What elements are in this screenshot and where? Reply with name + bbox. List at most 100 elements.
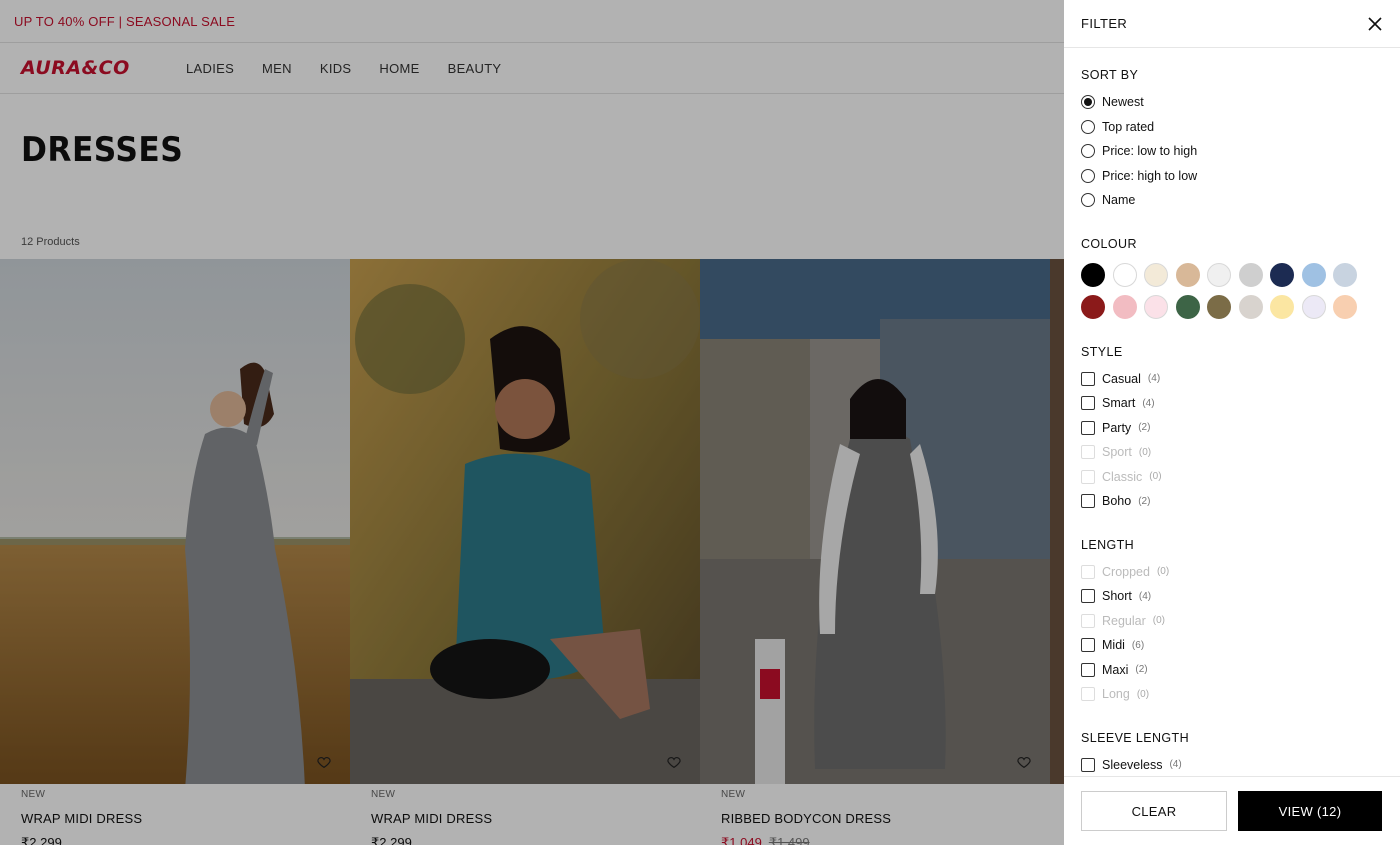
colour-swatch[interactable] [1333, 294, 1357, 319]
option-label: Regular [1102, 613, 1146, 628]
option-label: Casual [1102, 371, 1141, 386]
option-count: (0) [1149, 471, 1162, 483]
length-option-long: Long (0) [1081, 682, 1400, 707]
sort-option-label: Newest [1102, 95, 1144, 110]
checkbox [1081, 469, 1095, 484]
radio-button[interactable] [1081, 193, 1095, 208]
option-count: (0) [1136, 688, 1150, 700]
close-icon[interactable] [1368, 16, 1382, 31]
colour-swatch[interactable] [1081, 262, 1105, 287]
checkbox[interactable] [1081, 371, 1095, 386]
option-count: (0) [1152, 615, 1166, 627]
option-label: Sport [1102, 445, 1132, 460]
style-option-sport: Sport (0) [1081, 440, 1400, 465]
option-label: Smart [1102, 396, 1136, 411]
sort-option-price-low-high[interactable]: Price: low to high [1081, 139, 1400, 164]
sort-option-top-rated[interactable]: Top rated [1081, 115, 1400, 140]
radio-button[interactable] [1081, 144, 1095, 159]
filter-body[interactable]: SORT BY Newest Top rated Price: low to h… [1064, 48, 1400, 776]
sleeve-length-heading: SLEEVE LENGTH [1081, 730, 1190, 745]
colour-swatch[interactable] [1175, 294, 1200, 319]
length-option-cropped: Cropped (0) [1081, 560, 1400, 585]
option-count: (4) [1169, 759, 1182, 771]
sort-options: Newest Top rated Price: low to high Pric… [1081, 90, 1400, 213]
colour-swatch[interactable] [1238, 262, 1263, 287]
colour-swatch[interactable] [1112, 294, 1137, 319]
radio-button[interactable] [1081, 119, 1095, 134]
style-option-classic: Classic (0) [1081, 465, 1400, 490]
sort-option-label: Top rated [1102, 119, 1155, 134]
option-label: Cropped [1102, 564, 1150, 579]
checkbox[interactable] [1081, 662, 1095, 677]
length-option-regular: Regular (0) [1081, 609, 1400, 634]
style-option-casual[interactable]: Casual (4) [1081, 367, 1400, 392]
radio-selected-dot [1084, 98, 1092, 107]
colour-swatch[interactable] [1175, 262, 1200, 287]
option-count: (0) [1138, 446, 1152, 458]
colour-swatch[interactable] [1207, 262, 1231, 287]
sleeve-options: Sleeveless (4) [1081, 753, 1400, 777]
colour-swatch[interactable] [1144, 262, 1168, 287]
checkbox [1081, 564, 1095, 579]
filter-header: FILTER [1064, 0, 1400, 48]
style-option-party[interactable]: Party (2) [1081, 416, 1400, 441]
sort-option-newest[interactable]: Newest [1081, 90, 1400, 115]
checkbox[interactable] [1081, 638, 1095, 653]
style-option-smart[interactable]: Smart (4) [1081, 391, 1400, 416]
checkbox[interactable] [1081, 589, 1095, 604]
option-count: (4) [1142, 397, 1155, 409]
colour-swatch[interactable] [1333, 262, 1357, 287]
option-count: (4) [1138, 590, 1152, 602]
sleeve-option-sleeveless[interactable]: Sleeveless (4) [1081, 753, 1400, 777]
option-label: Classic [1102, 469, 1143, 484]
option-count: (2) [1138, 422, 1151, 434]
radio-button[interactable] [1081, 168, 1095, 183]
checkbox [1081, 613, 1095, 628]
colour-swatch[interactable] [1270, 262, 1294, 287]
sort-option-label: Price: high to low [1102, 168, 1198, 183]
option-count: (2) [1135, 664, 1148, 676]
radio-button[interactable] [1081, 95, 1095, 110]
length-options: Cropped (0) Short (4) Regular (0) Midi (6) M… [1081, 560, 1400, 707]
style-option-boho[interactable]: Boho (2) [1081, 489, 1400, 514]
option-count: (6) [1131, 639, 1145, 651]
filter-title: FILTER [1081, 16, 1128, 31]
option-label: Boho [1102, 494, 1132, 509]
colour-swatch[interactable] [1207, 294, 1231, 319]
option-label: Sleeveless [1102, 757, 1163, 772]
sort-by-heading: SORT BY [1081, 68, 1139, 82]
colour-swatch[interactable] [1112, 262, 1137, 287]
length-option-midi[interactable]: Midi (6) [1081, 633, 1400, 658]
option-count: (4) [1147, 373, 1161, 385]
style-heading: STYLE [1081, 344, 1123, 359]
length-option-maxi[interactable]: Maxi (2) [1081, 658, 1400, 683]
checkbox[interactable] [1081, 494, 1095, 509]
filter-footer: CLEAR VIEW (12) [1064, 776, 1400, 845]
filter-drawer: FILTER SORT BY Newest Top rated Price: l… [1064, 0, 1400, 845]
colour-swatch[interactable] [1301, 294, 1326, 319]
style-options: Casual (4) Smart (4) Party (2) Sport (0) Cla… [1081, 367, 1400, 514]
option-count: (0) [1156, 566, 1170, 578]
sort-option-price-high-low[interactable]: Price: high to low [1081, 164, 1400, 189]
sort-option-label: Price: low to high [1102, 144, 1198, 159]
colour-swatch[interactable] [1144, 294, 1168, 319]
option-label: Long [1102, 687, 1130, 702]
colour-swatch[interactable] [1270, 294, 1294, 319]
option-label: Party [1102, 420, 1132, 435]
checkbox [1081, 687, 1095, 702]
colour-swatch[interactable] [1301, 262, 1326, 287]
drawer-backdrop[interactable] [0, 0, 1064, 845]
length-option-short[interactable]: Short (4) [1081, 584, 1400, 609]
colour-swatch[interactable] [1238, 294, 1263, 319]
option-label: Short [1102, 589, 1132, 604]
option-count: (2) [1138, 495, 1151, 507]
checkbox[interactable] [1081, 757, 1095, 772]
length-heading: LENGTH [1081, 537, 1135, 552]
sort-option-name[interactable]: Name [1081, 188, 1400, 213]
view-results-button[interactable]: VIEW (12) [1238, 791, 1382, 831]
colour-heading: COLOUR [1081, 236, 1137, 251]
checkbox[interactable] [1081, 420, 1095, 435]
clear-button[interactable]: CLEAR [1081, 791, 1227, 831]
checkbox[interactable] [1081, 396, 1095, 411]
colour-swatch[interactable] [1081, 294, 1105, 319]
